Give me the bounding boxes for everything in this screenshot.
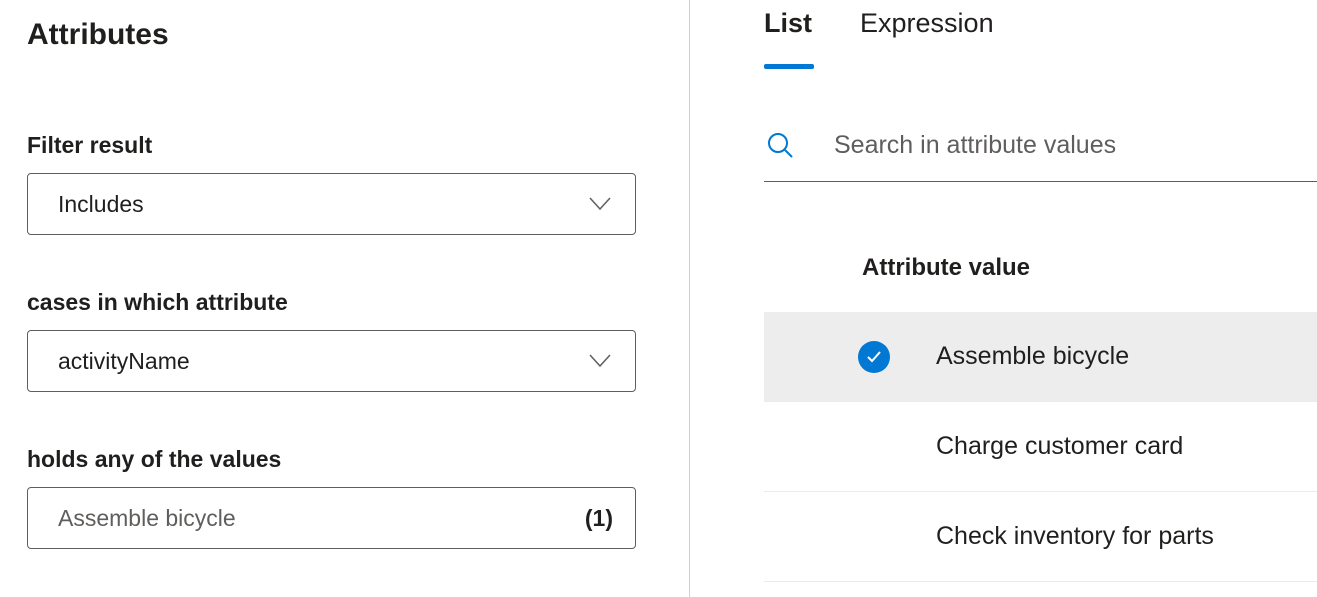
- values-panel: List Expression Attribute value Assemble…: [690, 0, 1317, 597]
- search-input[interactable]: [834, 131, 1317, 160]
- tab-expression[interactable]: Expression: [860, 8, 994, 69]
- cases-attribute-dropdown[interactable]: activityName: [27, 330, 636, 392]
- value-label: Charge customer card: [936, 432, 1183, 461]
- panel-title: Attributes: [27, 18, 659, 52]
- holds-values-box[interactable]: Assemble bicycle (1): [27, 487, 636, 549]
- tabs: List Expression: [690, 8, 1317, 69]
- cases-attribute-label: cases in which attribute: [27, 289, 659, 316]
- value-label: Assemble bicycle: [936, 342, 1129, 371]
- attributes-panel: Attributes Filter result Includes cases …: [0, 0, 690, 597]
- value-row[interactable]: Check inventory for parts: [764, 492, 1317, 582]
- filter-result-dropdown[interactable]: Includes: [27, 173, 636, 235]
- filter-result-label: Filter result: [27, 132, 659, 159]
- filter-result-value: Includes: [58, 191, 144, 218]
- tab-list[interactable]: List: [764, 8, 812, 69]
- search-row: [764, 129, 1317, 182]
- check-placeholder: [858, 431, 890, 463]
- check-icon: [858, 341, 890, 373]
- value-row[interactable]: Assemble bicycle: [764, 312, 1317, 402]
- attribute-value-header: Attribute value: [862, 182, 1317, 312]
- check-placeholder: [858, 521, 890, 553]
- holds-values-text: Assemble bicycle: [58, 505, 236, 532]
- value-row[interactable]: Charge customer card: [764, 402, 1317, 492]
- search-icon: [764, 129, 796, 161]
- holds-values-label: holds any of the values: [27, 446, 659, 473]
- chevron-down-icon: [589, 350, 611, 372]
- cases-attribute-value: activityName: [58, 348, 190, 375]
- holds-values-count: (1): [585, 505, 613, 532]
- value-label: Check inventory for parts: [936, 522, 1214, 551]
- chevron-down-icon: [589, 193, 611, 215]
